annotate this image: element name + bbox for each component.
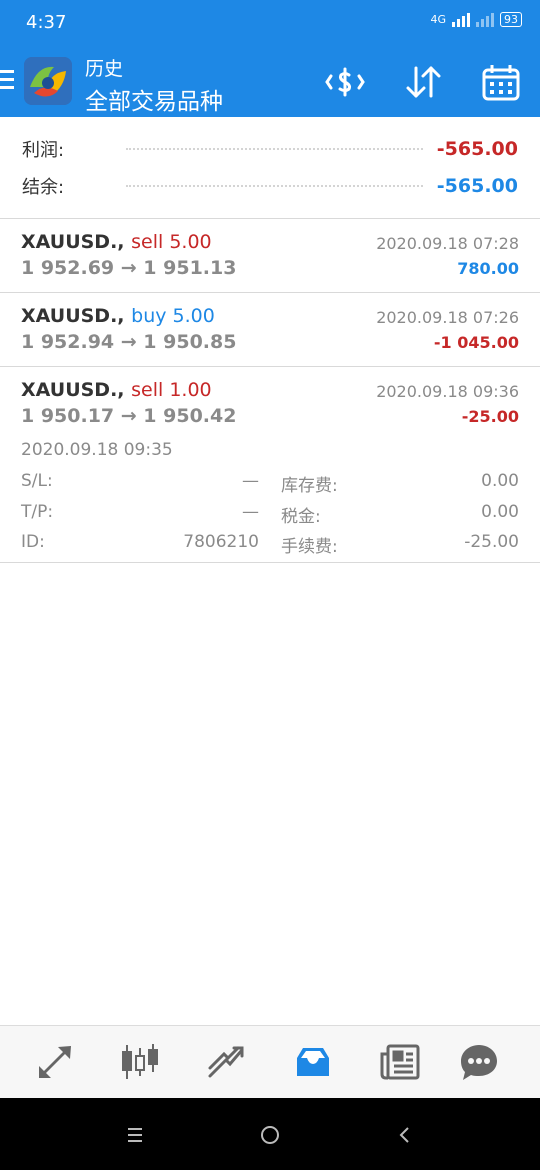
swap-value: 0.00 — [481, 471, 519, 491]
summary-panel: 利润: -565.00 结余: -565.00 — [0, 117, 540, 219]
back-icon[interactable] — [390, 1120, 420, 1150]
status-time: 4:37 — [26, 12, 67, 33]
trade-row-expanded[interactable]: XAUUSD., sell 1.00 1 950.17 → 1 950.42 2… — [0, 367, 540, 563]
app-bar: 历史 全部交易品种 — [0, 44, 540, 117]
swap-label: 库存费: — [281, 476, 338, 496]
section-label: 历史 — [85, 58, 124, 80]
profit-row: 利润: -565.00 — [22, 134, 518, 164]
trade-type: buy 5.00 — [131, 305, 215, 327]
balance-label: 结余: — [22, 177, 65, 198]
trade-profit: -1 045.00 — [433, 333, 519, 352]
calendar-icon[interactable] — [481, 62, 521, 102]
system-indicators: 4G 93 — [430, 12, 522, 27]
trade-row[interactable]: XAUUSD., buy 5.00 1 952.94 → 1 950.85 20… — [0, 293, 540, 367]
trade-symbol: XAUUSD., sell 1.00 — [21, 379, 212, 401]
signal-2-icon — [476, 12, 494, 27]
battery-icon: 93 — [500, 12, 522, 27]
currency-exchange-icon[interactable] — [325, 62, 365, 102]
trade-prices: 1 952.94 → 1 950.85 — [21, 331, 237, 353]
fee-label: 手续费: — [281, 537, 338, 557]
profit-value: -565.00 — [436, 138, 518, 160]
dotted-leader — [126, 185, 423, 187]
tp-label: T/P: — [21, 502, 54, 522]
chat-icon[interactable] — [459, 1042, 499, 1082]
trade-symbol: XAUUSD., buy 5.00 — [21, 305, 215, 327]
signal-icon — [452, 12, 470, 27]
sl-value: — — [242, 471, 259, 491]
status-bar: 4:37 4G 93 — [0, 0, 540, 44]
trade-open-time: 2020.09.18 09:35 — [21, 440, 173, 460]
id-label: ID: — [21, 532, 45, 552]
balance-value: -565.00 — [436, 175, 518, 197]
news-icon[interactable] — [380, 1042, 420, 1082]
trade-prices: 1 950.17 → 1 950.42 — [21, 405, 237, 427]
trade-time: 2020.09.18 09:36 — [376, 382, 519, 401]
trade-time: 2020.09.18 07:26 — [376, 308, 519, 327]
symbol-text: XAUUSD., — [21, 379, 125, 401]
trade-type: sell 1.00 — [131, 379, 212, 401]
trade-prices: 1 952.69 → 1 951.13 — [21, 257, 237, 279]
system-navigation-bar — [0, 1098, 540, 1170]
quotes-icon[interactable] — [35, 1042, 75, 1082]
profit-label: 利润: — [22, 140, 65, 161]
trade-time: 2020.09.18 07:28 — [376, 234, 519, 253]
fee-value: -25.00 — [464, 532, 519, 552]
sort-icon[interactable] — [403, 62, 443, 102]
trade-type: sell 5.00 — [131, 231, 212, 253]
page-title: 全部交易品种 — [85, 89, 223, 115]
home-icon[interactable] — [255, 1120, 285, 1150]
network-label: 4G — [430, 13, 446, 26]
chart-icon[interactable] — [120, 1042, 160, 1082]
tp-value: — — [242, 502, 259, 522]
tax-label: 税金: — [281, 507, 321, 527]
menu-icon[interactable] — [0, 70, 14, 94]
menu-nav-icon[interactable] — [120, 1120, 150, 1150]
bottom-navigation — [0, 1025, 540, 1098]
trade-symbol: XAUUSD., sell 5.00 — [21, 231, 212, 253]
trade-icon[interactable] — [206, 1042, 246, 1082]
dotted-leader — [126, 148, 423, 150]
trade-profit: -25.00 — [461, 407, 519, 426]
id-value: 7806210 — [183, 532, 259, 552]
trade-row[interactable]: XAUUSD., sell 5.00 1 952.69 → 1 951.13 2… — [0, 219, 540, 293]
sl-label: S/L: — [21, 471, 53, 491]
app-logo — [24, 57, 72, 105]
balance-row: 结余: -565.00 — [22, 171, 518, 201]
symbol-text: XAUUSD., — [21, 231, 125, 253]
symbol-text: XAUUSD., — [21, 305, 125, 327]
history-icon[interactable] — [293, 1042, 333, 1082]
tax-value: 0.00 — [481, 502, 519, 522]
trade-profit: 780.00 — [457, 259, 519, 278]
